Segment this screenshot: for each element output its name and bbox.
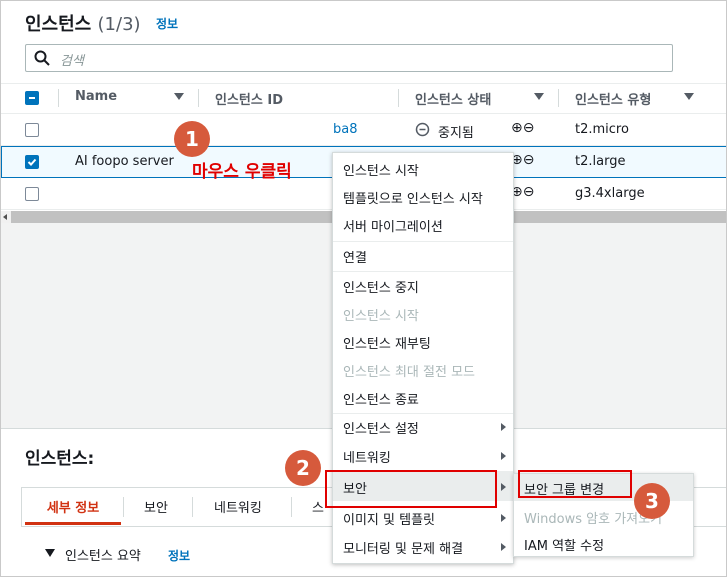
instance-type: t2.micro — [575, 122, 629, 137]
menu-item-networking[interactable]: 네트워킹 — [343, 447, 391, 466]
column-separator — [398, 89, 399, 107]
info-link[interactable]: 정보 — [156, 15, 178, 32]
row-checkbox[interactable] — [25, 123, 39, 137]
check-icon — [27, 158, 37, 166]
column-separator — [198, 89, 199, 107]
menu-item-stop-instance[interactable]: 인스턴스 중지 — [343, 277, 419, 296]
console-window: 인스턴스 (1/3) 정보 검색 Name 인스턴스 ID 인스턴스 상태 인스… — [0, 0, 727, 577]
step-badge-1: 1 — [174, 121, 210, 157]
menu-item-reboot-instance[interactable]: 인스턴스 재부팅 — [343, 333, 431, 352]
instance-summary-heading[interactable]: 인스턴스 요약 — [65, 545, 141, 564]
submenu-arrow-icon — [501, 543, 506, 551]
step-badge-2: 2 — [285, 450, 321, 486]
stopped-icon — [415, 122, 430, 137]
column-separator — [58, 89, 59, 107]
tab-separator — [192, 497, 193, 517]
submenu-item-modify-iam-role[interactable]: IAM 역할 수정 — [524, 535, 604, 554]
menu-item-hibernate-instance: 인스턴스 최대 절전 모드 — [343, 365, 475, 380]
instance-id-link[interactable]: ba8 — [333, 122, 358, 137]
menu-item-monitor-troubleshoot[interactable]: 모니터링 및 문제 해결 — [343, 538, 463, 557]
submenu-arrow-icon — [501, 514, 506, 522]
instance-type: t2.large — [575, 154, 626, 169]
submenu-arrow-icon — [501, 452, 506, 460]
sort-icon[interactable] — [684, 93, 694, 100]
search-box[interactable]: 검색 — [25, 44, 673, 72]
page-title-text: 인스턴스 — [25, 14, 92, 35]
table-divider — [1, 83, 726, 84]
tab-separator — [123, 497, 124, 517]
column-header-instance-id[interactable]: 인스턴스 ID — [215, 89, 283, 108]
tab-security[interactable]: 보안 — [144, 489, 168, 525]
menu-item-start-instance-disabled: 인스턴스 시작 — [343, 309, 419, 324]
zoom-icon[interactable]: ⊕⊖ — [511, 184, 534, 200]
step-badge-3: 3 — [634, 483, 670, 519]
row-checkbox[interactable] — [25, 187, 39, 201]
highlight-box-security — [325, 470, 497, 508]
submenu-arrow-icon — [501, 483, 506, 491]
tab-storage[interactable]: 스 — [312, 489, 324, 525]
column-header-name[interactable]: Name — [75, 89, 117, 104]
menu-item-start-instance[interactable]: 인스턴스 시작 — [343, 160, 419, 179]
caret-down-icon[interactable] — [45, 549, 55, 557]
menu-item-terminate-instance[interactable]: 인스턴스 종료 — [343, 389, 419, 408]
instance-name: AI foopo server — [75, 154, 174, 169]
menu-item-connect[interactable]: 연결 — [343, 247, 367, 266]
tab-separator — [291, 497, 292, 517]
details-title: 인스턴스: — [25, 449, 95, 469]
row-checkbox-checked[interactable] — [25, 155, 39, 169]
page-title: 인스턴스 (1/3) — [25, 10, 141, 36]
menu-item-instance-settings[interactable]: 인스턴스 설정 — [343, 418, 419, 437]
menu-item-server-migration[interactable]: 서버 마이그레이션 — [343, 216, 443, 235]
column-separator — [558, 89, 559, 107]
menu-item-launch-from-template[interactable]: 템플릿으로 인스턴스 시작 — [343, 188, 483, 207]
tab-networking[interactable]: 네트워킹 — [214, 489, 262, 525]
scroll-left-arrow[interactable] — [1, 211, 11, 223]
instance-type: g3.4xlarge — [575, 186, 645, 201]
summary-info-link[interactable]: 정보 — [168, 547, 190, 564]
search-input[interactable]: 검색 — [60, 50, 84, 69]
submenu-arrow-icon — [501, 423, 506, 431]
menu-divider — [333, 241, 513, 242]
highlight-box-change-security-groups — [518, 470, 632, 498]
sort-icon[interactable] — [174, 93, 184, 100]
menu-item-images-templates[interactable]: 이미지 및 템플릿 — [343, 509, 435, 528]
menu-divider — [333, 271, 513, 272]
column-header-instance-state[interactable]: 인스턴스 상태 — [415, 89, 491, 108]
column-header-instance-type[interactable]: 인스턴스 유형 — [575, 89, 651, 108]
select-all-checkbox[interactable] — [25, 91, 39, 105]
menu-divider — [333, 413, 513, 414]
zoom-icon[interactable]: ⊕⊖ — [511, 120, 534, 136]
annotation-callout: 마우스 우클릭 — [192, 162, 292, 182]
zoom-icon[interactable]: ⊕⊖ — [511, 152, 534, 168]
sort-icon[interactable] — [534, 93, 544, 100]
search-icon — [34, 50, 50, 66]
selection-count: (1/3) — [97, 14, 141, 35]
instance-status: 중지됨 — [438, 126, 474, 141]
tab-details[interactable]: 세부 정보 — [25, 489, 121, 525]
